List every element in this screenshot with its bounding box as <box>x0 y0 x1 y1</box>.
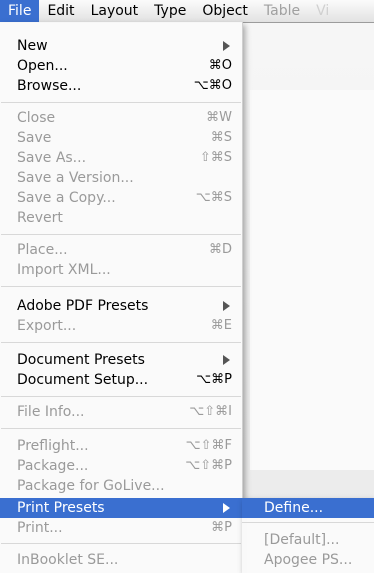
menu-separator <box>1 396 241 397</box>
submenu-arrow-icon <box>223 41 230 51</box>
menubar-type[interactable]: Type <box>146 0 194 22</box>
menu-separator <box>1 543 241 544</box>
menu-item-import-xml[interactable]: Import XML... <box>0 260 242 280</box>
menu-item-shortcut: ⌥⌘O <box>193 78 232 93</box>
menu-item-label: Save <box>17 130 52 146</box>
menu-item-document-presets[interactable]: Document Presets <box>0 350 242 370</box>
menu-item-shortcut: ⌘O <box>208 58 232 73</box>
menubar-view[interactable]: Vi <box>308 0 337 22</box>
menu-item-label: InBooklet SE... <box>17 552 119 568</box>
menu-item-label: Place... <box>17 242 68 258</box>
menu-separator <box>1 428 241 429</box>
menu-item-label: Print... <box>17 520 63 536</box>
menu-item-label: Preflight... <box>17 438 89 454</box>
menu-item-shortcut: ⇧⌘S <box>199 150 232 165</box>
menubar-object[interactable]: Object <box>194 0 256 22</box>
submenu-arrow-icon <box>223 355 230 365</box>
menu-item-new[interactable]: New <box>0 36 242 56</box>
menu-item-print[interactable]: Print... ⌘P <box>0 518 242 538</box>
menu-separator <box>1 102 241 103</box>
menu-item-save-a-version[interactable]: Save a Version... <box>0 168 242 188</box>
submenu-item-label: [Default]... <box>264 532 340 548</box>
menu-separator <box>1 286 241 287</box>
menu-item-save-as[interactable]: Save As... ⇧⌘S <box>0 148 242 168</box>
menu-separator <box>242 522 374 523</box>
submenu-item-default[interactable]: [Default]... <box>242 530 374 550</box>
menu-item-shortcut: ⌘D <box>208 242 232 257</box>
menu-item-shortcut: ⌘P <box>211 520 232 535</box>
menu-item-shortcut: ⌘W <box>206 110 232 125</box>
menu-item-open[interactable]: Open... ⌘O <box>0 56 242 76</box>
menu-item-label: Print Presets <box>17 500 105 516</box>
menu-item-save[interactable]: Save ⌘S <box>0 128 242 148</box>
menu-item-shortcut: ⌥⇧⌘I <box>189 404 232 419</box>
menu-item-label: File Info... <box>17 404 85 420</box>
menu-item-label: Import XML... <box>17 262 111 278</box>
menu-item-label: Close <box>17 110 56 126</box>
menu-item-close[interactable]: Close ⌘W <box>0 108 242 128</box>
menubar-layout[interactable]: Layout <box>83 0 147 22</box>
menu-item-print-presets[interactable]: Print Presets <box>0 498 242 518</box>
menu-item-save-a-copy[interactable]: Save a Copy... ⌥⌘S <box>0 188 242 208</box>
menu-item-label: Save a Copy... <box>17 190 116 206</box>
menu-item-package-for-golive[interactable]: Package for GoLive... <box>0 476 242 496</box>
menu-item-label: Revert <box>17 210 63 226</box>
menu-item-revert[interactable]: Revert <box>0 208 242 228</box>
menu-separator <box>1 234 241 235</box>
menu-item-inbooklet-se[interactable]: InBooklet SE... <box>0 550 242 570</box>
menu-item-shortcut: ⌥⌘P <box>196 372 232 387</box>
menu-item-label: Save As... <box>17 150 87 166</box>
submenu-arrow-icon <box>223 301 230 311</box>
menubar-file[interactable]: File <box>0 0 40 22</box>
menu-item-export[interactable]: Export... ⌘E <box>0 316 242 336</box>
submenu-arrow-icon <box>223 503 230 513</box>
menu-separator <box>1 342 241 343</box>
submenu-item-label: Define... <box>264 500 324 516</box>
menu-item-browse[interactable]: Browse... ⌥⌘O <box>0 76 242 96</box>
file-menu: New Open... ⌘O Browse... ⌥⌘O Close ⌘W Sa… <box>0 22 243 573</box>
menu-item-place[interactable]: Place... ⌘D <box>0 240 242 260</box>
menu-bar: File Edit Layout Type Object Table Vi <box>0 0 374 23</box>
submenu-item-label: Apogee PS... <box>264 552 353 568</box>
menu-item-shortcut: ⌘S <box>210 130 232 145</box>
menu-item-shortcut: ⌥⌘S <box>195 190 232 205</box>
menu-item-shortcut: ⌘E <box>210 318 232 333</box>
menu-item-file-info[interactable]: File Info... ⌥⇧⌘I <box>0 402 242 422</box>
menu-item-label: Adobe PDF Presets <box>17 298 149 314</box>
menu-item-label: New <box>17 38 48 54</box>
menu-item-package[interactable]: Package... ⌥⇧⌘P <box>0 456 242 476</box>
submenu-item-apogee-ps[interactable]: Apogee PS... <box>242 550 374 570</box>
menu-item-label: Document Setup... <box>17 372 149 388</box>
menu-item-document-setup[interactable]: Document Setup... ⌥⌘P <box>0 370 242 390</box>
menu-item-label: Package for GoLive... <box>17 478 165 494</box>
menubar-edit[interactable]: Edit <box>39 0 82 22</box>
menu-item-label: Package... <box>17 458 89 474</box>
menubar-table[interactable]: Table <box>256 0 308 22</box>
menu-item-adobe-pdf-presets[interactable]: Adobe PDF Presets <box>0 296 242 316</box>
submenu-item-define[interactable]: Define... <box>242 498 374 518</box>
menu-item-label: Browse... <box>17 78 82 94</box>
menu-item-shortcut: ⌥⇧⌘F <box>185 438 232 453</box>
menu-item-label: Document Presets <box>17 352 145 368</box>
menu-item-label: Save a Version... <box>17 170 134 186</box>
background-document-area <box>250 90 374 470</box>
menu-item-shortcut: ⌥⇧⌘P <box>185 458 232 473</box>
menu-item-label: Export... <box>17 318 77 334</box>
menu-item-preflight[interactable]: Preflight... ⌥⇧⌘F <box>0 436 242 456</box>
menu-item-label: Open... <box>17 58 68 74</box>
print-presets-submenu: Define... [Default]... Apogee PS... <box>242 498 374 573</box>
